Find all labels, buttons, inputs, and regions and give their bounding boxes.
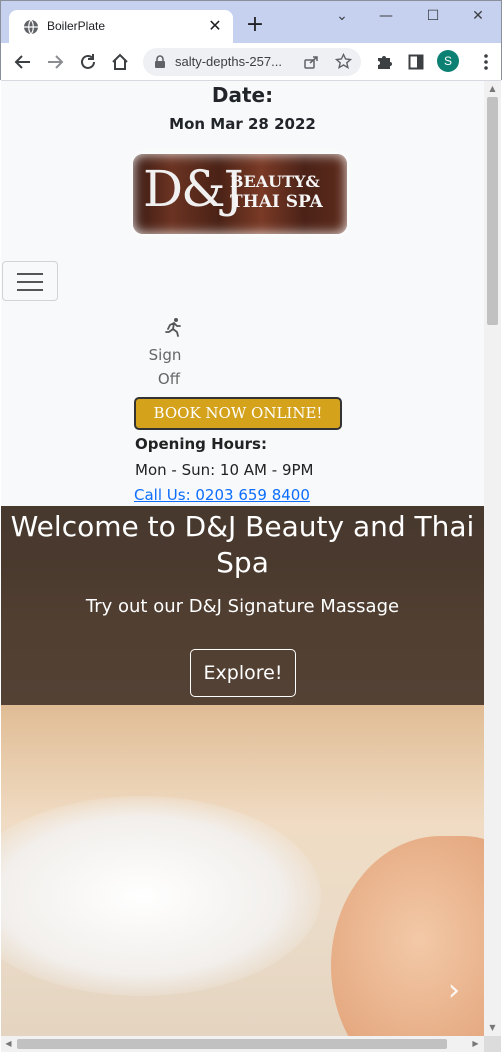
kebab-menu-icon [484, 54, 488, 70]
star-icon[interactable] [335, 53, 352, 70]
opening-hours-value: Mon - Sun: 10 AM - 9PM [135, 461, 314, 479]
home-button[interactable] [107, 49, 133, 75]
side-panel-icon [408, 54, 424, 70]
tab-strip: BoilerPlate ✕ + ⌄ — ☐ ✕ [1, 1, 501, 43]
browser-window: BoilerPlate ✕ + ⌄ — ☐ ✕ salty-depths-257… [0, 0, 502, 81]
new-tab-button[interactable]: + [243, 13, 267, 37]
back-button[interactable] [10, 49, 36, 75]
hero-carousel: Welcome to D&J Beauty and Thai Spa Try o… [1, 506, 484, 1036]
lock-icon [155, 55, 165, 68]
arrow-left-icon [14, 55, 30, 69]
browser-tab[interactable]: BoilerPlate ✕ [9, 10, 233, 43]
side-panel-button[interactable] [403, 49, 429, 75]
arrow-right-icon [48, 55, 64, 69]
forward-button[interactable] [42, 49, 68, 75]
date-label: Date: [211, 83, 274, 107]
vertical-scroll-thumb[interactable] [487, 97, 498, 325]
hero-image-face [331, 836, 484, 1036]
share-icon[interactable] [303, 54, 319, 70]
phone-link[interactable]: Call Us: 0203 659 8400 [134, 486, 310, 504]
vertical-scrollbar[interactable]: ▲ ▼ [484, 81, 501, 1036]
browser-toolbar: salty-depths-257... S [1, 43, 501, 81]
logo-text-line1: BEAUTY& [230, 172, 320, 191]
tab-close-icon[interactable]: ✕ [205, 16, 225, 36]
logo-text-line2: THAI SPA [230, 192, 323, 212]
opening-hours-label: Opening Hours: [135, 435, 267, 453]
minimize-button[interactable]: — [375, 5, 397, 27]
hamburger-bar [17, 273, 43, 275]
book-now-button[interactable]: BOOK NOW ONLINE! [134, 397, 342, 430]
sign-off-line1: Sign [148, 346, 182, 364]
home-icon [112, 53, 128, 70]
reload-button[interactable] [75, 49, 101, 75]
date-value: Mon Mar 28 2022 [169, 115, 316, 133]
scroll-down-arrow-icon[interactable]: ▼ [488, 1023, 497, 1032]
maximize-button[interactable]: ☐ [422, 5, 444, 27]
extensions-button[interactable] [371, 49, 397, 75]
hero-subtitle: Try out our D&J Signature Massage [85, 596, 400, 617]
scroll-left-arrow-icon[interactable]: ◀ [4, 1039, 13, 1049]
web-page: Date: Mon Mar 28 2022 D&J BEAUTY& THAI S… [1, 81, 484, 1036]
address-bar[interactable]: salty-depths-257... [143, 48, 361, 76]
globe-icon [24, 19, 38, 35]
url-text: salty-depths-257... [175, 54, 282, 69]
hamburger-bar [17, 289, 43, 291]
horizontal-scroll-thumb[interactable] [17, 1039, 447, 1049]
scroll-up-arrow-icon[interactable]: ▲ [488, 84, 497, 93]
puzzle-icon [378, 56, 392, 69]
scrollbar-corner [484, 1036, 501, 1052]
brand-logo[interactable]: D&J BEAUTY& THAI SPA [133, 154, 347, 234]
reload-icon [81, 54, 95, 69]
hero-title: Welcome to D&J Beauty and Thai Spa [10, 510, 475, 579]
horizontal-scrollbar[interactable]: ◀ ▶ [1, 1036, 484, 1052]
logo-mark: D&J [143, 160, 244, 218]
profile-avatar[interactable]: S [437, 50, 459, 72]
explore-button[interactable]: Explore! [190, 649, 296, 697]
hero-image-towel [1, 796, 321, 996]
tab-search-icon[interactable]: ⌄ [331, 5, 353, 27]
carousel-next-icon[interactable]: › [448, 976, 468, 1006]
sign-off-link[interactable]: Sign Off [145, 343, 185, 391]
running-person-icon[interactable] [163, 317, 183, 337]
sign-off-line2: Off [157, 370, 181, 388]
hamburger-bar [17, 281, 43, 283]
scroll-right-arrow-icon[interactable]: ▶ [471, 1039, 480, 1049]
tab-title: BoilerPlate [47, 19, 106, 33]
close-window-button[interactable]: ✕ [467, 5, 489, 27]
navbar-toggle-button[interactable] [2, 261, 58, 301]
browser-menu-button[interactable] [473, 49, 499, 75]
